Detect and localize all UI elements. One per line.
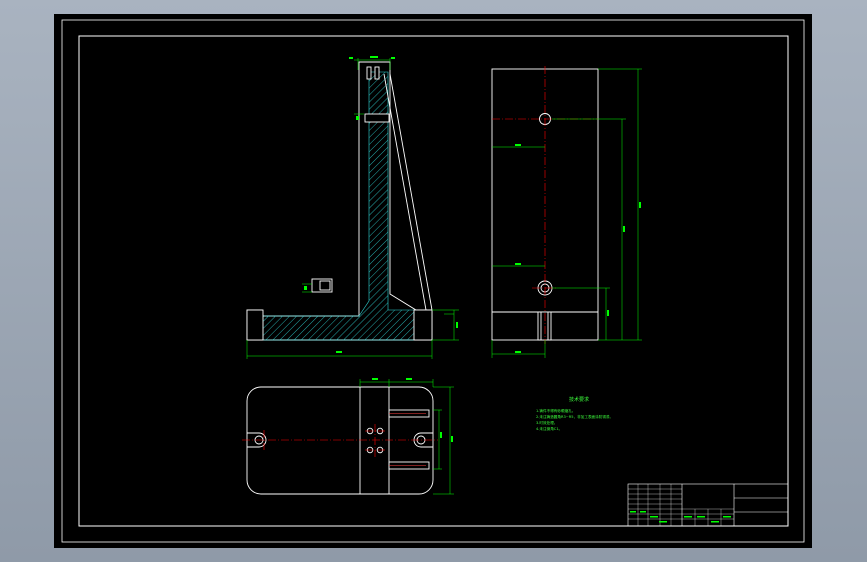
drawing-sheet: 技术要求 1.铸件不得有砂眼缩孔。 2.未注铸造圆角R3~R5，非加工表面涂防锈… [54,14,812,548]
plan-view[interactable] [242,378,454,495]
tech-requirements-heading: 技术要求 [569,396,589,403]
side-centerlines [492,66,598,344]
inner-border [78,35,789,527]
tech-requirement-line: 3.时效处理。 [536,420,557,425]
base-recess-left [246,309,264,341]
drawing-canvas[interactable]: 技术要求 1.铸件不得有砂眼缩孔。 2.未注铸造圆角R3~R5，非加工表面涂防锈… [54,14,812,548]
section-hatch [262,71,415,341]
plan-centerlines [242,424,438,457]
base-recess-right [413,309,433,341]
section-outline [246,61,433,341]
plan-outline [246,386,434,495]
cad-viewport[interactable]: 技术要求 1.铸件不得有砂眼缩孔。 2.未注铸造圆角R3~R5，非加工表面涂防锈… [0,0,867,562]
side-dimensions [491,68,642,358]
tech-requirement-line: 1.铸件不得有砂眼缩孔。 [536,408,575,413]
top-slot [366,66,372,80]
side-view[interactable] [491,66,642,358]
side-slot [537,311,552,341]
plan-dimensions [359,379,454,495]
upper-hole [364,113,390,123]
title-block[interactable] [627,483,789,527]
rib-edge [389,73,433,311]
tech-requirement-line: 4.未注倒角C1。 [536,426,562,431]
title-block-text-marks [630,511,731,523]
tech-requirement-line: 2.未注铸造圆角R3~R5，非加工表面涂防锈漆。 [536,414,613,419]
tech-requirements: 技术要求 1.铸件不得有砂眼缩孔。 2.未注铸造圆角R3~R5，非加工表面涂防锈… [536,396,613,431]
section-view[interactable] [246,56,459,359]
title-block-grid [628,484,734,526]
top-slot-2 [374,66,380,80]
